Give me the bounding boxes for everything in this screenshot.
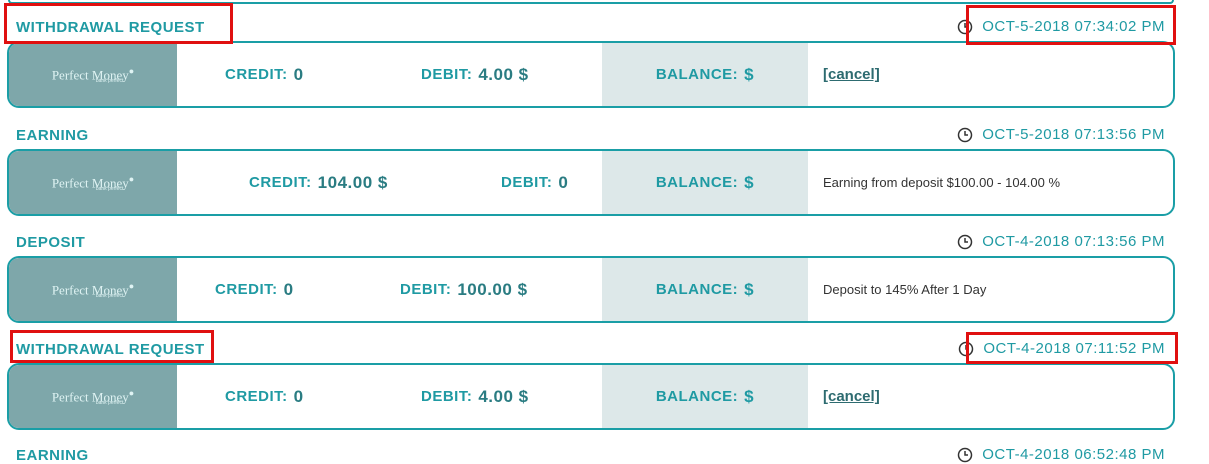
balance-field: BALANCE: $ bbox=[602, 258, 808, 321]
timestamp-text: OCT-5-2018 07:13:56 PM bbox=[982, 126, 1165, 143]
credit-value: 0 bbox=[293, 64, 304, 84]
credit-field: CREDIT: 104.00 $ bbox=[249, 172, 388, 192]
transaction-timestamp: OCT-4-2018 06:52:48 PM bbox=[957, 446, 1165, 463]
credit-field: CREDIT: 0 bbox=[215, 279, 294, 299]
highlight-box bbox=[966, 5, 1176, 45]
logo-tagline: bank perfect bbox=[95, 292, 124, 299]
highlight-box bbox=[966, 332, 1178, 364]
debit-value: 4.00 $ bbox=[478, 64, 529, 84]
clock-icon bbox=[957, 447, 973, 462]
balance-field: BALANCE: $ bbox=[602, 151, 808, 214]
balance-field: BALANCE: $ bbox=[602, 365, 808, 428]
credit-value: 104.00 $ bbox=[317, 172, 388, 192]
perfect-money-logo: Perfect Money● bank perfect bbox=[9, 258, 177, 321]
transaction-card: Perfect Money● bank perfect CREDIT: 104.00… bbox=[7, 149, 1175, 216]
transaction-type: EARNING bbox=[16, 127, 89, 144]
clock-icon bbox=[957, 234, 973, 249]
transaction-note: Earning from deposit $100.00 - 104.00 % bbox=[823, 175, 1061, 190]
clock-icon bbox=[957, 127, 973, 142]
credit-field: CREDIT: 0 bbox=[225, 64, 304, 84]
highlight-box bbox=[10, 330, 214, 363]
debit-field: DEBIT: 4.00 $ bbox=[421, 64, 529, 84]
logo-tagline: bank perfect bbox=[95, 399, 124, 406]
perfect-money-logo: Perfect Money● bank perfect bbox=[9, 43, 177, 106]
transaction-timestamp: OCT-5-2018 07:13:56 PM bbox=[957, 126, 1165, 143]
credit-value: 0 bbox=[283, 279, 294, 299]
debit-field: DEBIT: 0 bbox=[501, 172, 569, 192]
highlight-box bbox=[4, 3, 233, 44]
transaction-type: DEPOSIT bbox=[16, 234, 86, 251]
timestamp-text: OCT-4-2018 06:52:48 PM bbox=[982, 446, 1165, 463]
balance-value: $ bbox=[744, 64, 755, 84]
debit-field: DEBIT: 100.00 $ bbox=[400, 279, 528, 299]
cancel-link[interactable]: [cancel] bbox=[823, 365, 880, 428]
balance-value: $ bbox=[744, 386, 755, 406]
cancel-link[interactable]: [cancel] bbox=[823, 43, 880, 106]
transaction-timestamp: OCT-4-2018 07:13:56 PM bbox=[957, 233, 1165, 250]
logo-tagline: bank perfect bbox=[95, 185, 124, 192]
transaction-card: Perfect Money● bank perfect CREDIT: 0 DEBI… bbox=[7, 41, 1175, 108]
debit-value: 100.00 $ bbox=[457, 279, 528, 299]
transaction-type: EARNING bbox=[16, 447, 89, 464]
credit-value: 0 bbox=[293, 386, 304, 406]
debit-value: 0 bbox=[558, 172, 569, 192]
transaction-note: Deposit to 145% After 1 Day bbox=[823, 282, 987, 297]
logo-tagline: bank perfect bbox=[95, 77, 124, 84]
credit-field: CREDIT: 0 bbox=[225, 386, 304, 406]
perfect-money-logo: Perfect Money● bank perfect bbox=[9, 151, 177, 214]
balance-value: $ bbox=[744, 279, 755, 299]
debit-value: 4.00 $ bbox=[478, 386, 529, 406]
balance-field: BALANCE: $ bbox=[602, 43, 808, 106]
transaction-card: Perfect Money● bank perfect CREDIT: 0 DEBI… bbox=[7, 363, 1175, 430]
balance-value: $ bbox=[744, 172, 755, 192]
transaction-card: Perfect Money● bank perfect CREDIT: 0 DEBI… bbox=[7, 256, 1175, 323]
debit-field: DEBIT: 4.00 $ bbox=[421, 386, 529, 406]
perfect-money-logo: Perfect Money● bank perfect bbox=[9, 365, 177, 428]
timestamp-text: OCT-4-2018 07:13:56 PM bbox=[982, 233, 1165, 250]
